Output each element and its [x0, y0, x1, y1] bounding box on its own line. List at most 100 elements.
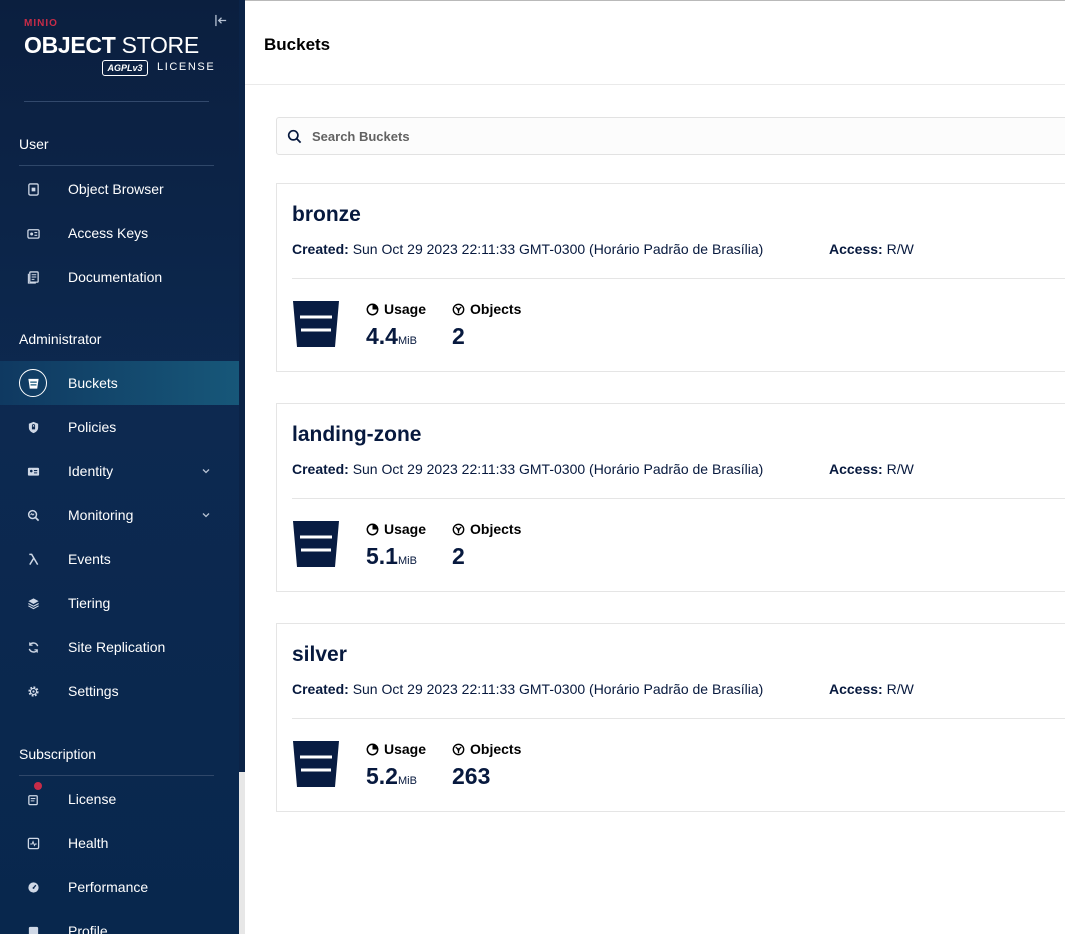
license-icon — [19, 782, 47, 813]
usage-unit: MiB — [397, 555, 417, 567]
objects-icon — [452, 303, 465, 315]
sidebar-item-label: Events — [68, 551, 111, 567]
bucket-created: Created: Sun Oct 29 2023 22:11:33 GMT-03… — [292, 461, 764, 477]
bucket-access: Access: R/W — [829, 241, 914, 257]
brand-divider — [24, 101, 209, 102]
usage-stat: Usage 4.4MiB — [366, 301, 427, 349]
bucket-card[interactable]: bronze Created: Sun Oct 29 2023 22:11:33… — [276, 183, 1065, 372]
sidebar-item-buckets[interactable]: Buckets — [0, 361, 239, 405]
search-input[interactable] — [312, 118, 1052, 154]
sidebar-item-access-keys[interactable]: Access Keys — [0, 211, 239, 255]
bucket-created: Created: Sun Oct 29 2023 22:11:33 GMT-03… — [292, 681, 764, 697]
id-card-icon — [19, 457, 47, 485]
bucket-icon — [293, 521, 339, 567]
lambda-icon — [19, 545, 47, 573]
objects-icon — [452, 743, 465, 755]
bucket-name[interactable]: silver — [292, 643, 347, 667]
chevron-down-icon[interactable] — [198, 507, 214, 523]
bucket-access: Access: R/W — [829, 681, 914, 697]
sidebar-item-label: License — [68, 791, 117, 807]
section-title-subscription: Subscription — [19, 746, 97, 762]
bucket-name[interactable]: landing-zone — [292, 423, 422, 447]
sidebar-item-documentation[interactable]: Documentation — [0, 255, 239, 299]
sidebar-item-label: Identity — [68, 463, 114, 479]
sidebar-item-health[interactable]: Health — [0, 821, 239, 865]
sidebar-item-tiering[interactable]: Tiering — [0, 581, 239, 625]
page-header: Buckets — [245, 0, 1065, 85]
usage-stat: Usage 5.2MiB — [366, 741, 427, 789]
sidebar-item-label: Site Replication — [68, 639, 166, 655]
objects-icon — [452, 523, 465, 535]
section-divider — [19, 775, 214, 776]
card-divider — [292, 718, 1065, 719]
sidebar-item-label: Documentation — [68, 269, 163, 285]
collapse-sidebar-icon[interactable] — [213, 14, 229, 30]
shield-icon — [19, 413, 47, 441]
bucket-icon — [19, 369, 47, 397]
access-keys-icon — [19, 219, 47, 247]
sidebar-item-label: Policies — [68, 419, 117, 435]
bucket-access: Access: R/W — [829, 461, 914, 477]
card-divider — [292, 278, 1065, 279]
bucket-icon — [293, 301, 339, 347]
sidebar-item-site-replication[interactable]: Site Replication — [0, 625, 239, 669]
usage-value: 4.4 — [366, 323, 398, 349]
monitor-search-icon — [19, 501, 47, 529]
sidebar-item-policies[interactable]: Policies — [0, 405, 239, 449]
usage-stat: Usage 5.1MiB — [366, 521, 427, 569]
sidebar-item-label: Access Keys — [68, 225, 149, 241]
section-divider — [19, 165, 214, 166]
sidebar-item-events[interactable]: Events — [0, 537, 239, 581]
sidebar: MINIO OBJECT STORE AGPLv3 LICENSE User O… — [0, 0, 239, 934]
chevron-down-icon[interactable] — [198, 463, 214, 479]
objects-stat: Objects 2 — [452, 301, 522, 349]
health-icon — [19, 829, 47, 857]
layers-icon — [19, 589, 47, 617]
brand-logo[interactable]: MINIO OBJECT STORE AGPLv3 LICENSE — [24, 18, 214, 78]
sidebar-item-label: Settings — [68, 683, 119, 699]
objects-stat: Objects 2 — [452, 521, 522, 569]
sidebar-item-profile[interactable]: Profile — [0, 909, 239, 934]
sidebar-item-label: Monitoring — [68, 507, 134, 523]
sidebar-item-label: Buckets — [68, 375, 118, 391]
search-bar[interactable] — [276, 117, 1065, 155]
sidebar-item-label: Tiering — [68, 595, 111, 611]
sidebar-item-label: Health — [68, 835, 109, 851]
sidebar-item-performance[interactable]: Performance — [0, 865, 239, 909]
sidebar-item-monitoring[interactable]: Monitoring — [0, 493, 239, 537]
sidebar-item-object-browser[interactable]: Object Browser — [0, 167, 239, 211]
main-content: Buckets bronze Created: Sun Oct 29 2023 … — [245, 0, 1065, 934]
object-browser-icon — [19, 175, 47, 203]
usage-unit: MiB — [397, 335, 417, 347]
card-divider — [292, 498, 1065, 499]
bucket-card[interactable]: landing-zone Created: Sun Oct 29 2023 22… — [276, 403, 1065, 592]
notification-badge — [34, 782, 42, 790]
sidebar-item-license[interactable]: License — [0, 777, 239, 821]
bucket-created: Created: Sun Oct 29 2023 22:11:33 GMT-03… — [292, 241, 764, 257]
profile-icon — [19, 917, 47, 934]
sidebar-item-label: Profile — [68, 923, 108, 934]
usage-value: 5.2 — [366, 763, 398, 789]
speedometer-icon — [19, 873, 47, 901]
objects-value: 2 — [452, 323, 465, 349]
section-title-user: User — [19, 136, 49, 152]
bucket-name[interactable]: bronze — [292, 203, 361, 227]
bucket-card[interactable]: silver Created: Sun Oct 29 2023 22:11:33… — [276, 623, 1065, 812]
search-icon — [287, 129, 302, 144]
sidebar-item-identity[interactable]: Identity — [0, 449, 239, 493]
section-title-administrator: Administrator — [19, 331, 102, 347]
usage-unit: MiB — [397, 775, 417, 787]
documentation-icon — [19, 263, 47, 291]
objects-value: 2 — [452, 543, 465, 569]
sync-icon — [19, 633, 47, 661]
pie-chart-icon — [366, 523, 379, 535]
sidebar-item-settings[interactable]: Settings — [0, 669, 239, 713]
sidebar-item-label: Object Browser — [68, 181, 164, 197]
minio-wordmark: MINIO — [24, 18, 58, 29]
gear-icon — [19, 677, 47, 705]
usage-value: 5.1 — [366, 543, 398, 569]
bucket-icon — [293, 741, 339, 787]
license-text: LICENSE — [157, 61, 216, 73]
pie-chart-icon — [366, 743, 379, 755]
objects-value: 263 — [452, 763, 491, 789]
